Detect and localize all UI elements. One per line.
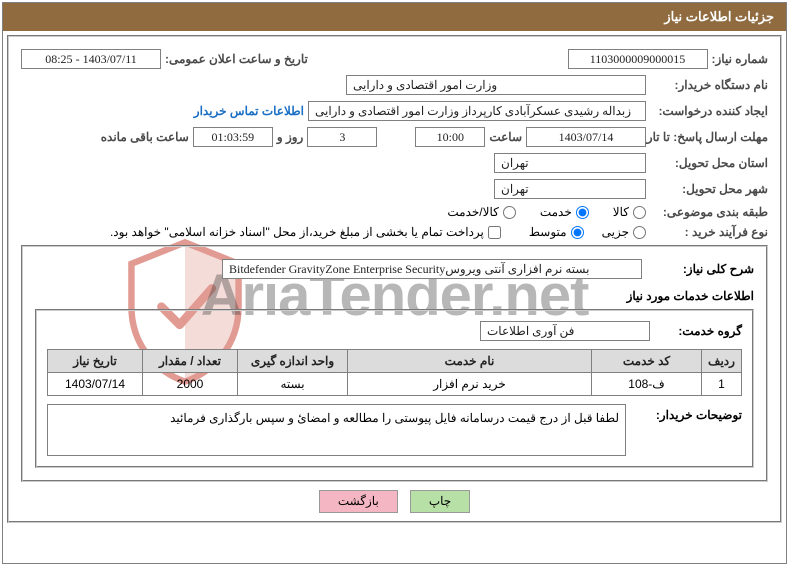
deadline-remaining-label: ساعت باقی مانده [101,130,189,144]
treasury-checkbox[interactable]: پرداخت تمام یا بخشی از مبلغ خرید،از محل … [110,225,501,239]
th-row: ردیف [702,350,742,373]
city-value: تهران [494,179,646,199]
print-button[interactable]: چاپ [410,490,470,513]
back-button[interactable]: بازگشت [319,490,398,513]
radio-khedmat-label: خدمت [540,205,572,219]
province-label: استان محل تحویل: [650,156,768,170]
city-label: شهر محل تحویل: [650,182,768,196]
radio-kala[interactable]: کالا [613,205,646,219]
radio-motavaset-label: متوسط [529,225,567,239]
td-unit: بسته [238,373,348,396]
service-group-value: فن آوری اطلاعات [480,321,650,341]
announce-date-label: تاریخ و ساعت اعلان عمومی: [165,52,308,66]
deadline-time: 10:00 [415,127,485,147]
buyer-contact-link[interactable]: اطلاعات تماس خریدار [194,104,304,118]
th-qty: تعداد / مقدار [143,350,238,373]
table-header-row: ردیف کد خدمت نام خدمت واحد اندازه گیری ت… [48,350,742,373]
requester-label: ایجاد کننده درخواست: [650,104,768,118]
subject-cat-label: طبقه بندی موضوعی: [650,205,768,219]
td-name: خرید نرم افزار [348,373,592,396]
services-header: اطلاعات خدمات مورد نیاز [627,289,754,303]
radio-jozee-label: جزیی [602,225,629,239]
buyer-org-value: وزارت امور اقتصادی و دارایی [346,75,646,95]
general-desc-value: بسته نرم افزاری آنتی ویروسBitdefender Gr… [222,259,642,279]
deadline-label: مهلت ارسال پاسخ: تا تاریخ: [650,130,768,144]
treasury-note: پرداخت تمام یا بخشی از مبلغ خرید،از محل … [110,225,484,239]
need-number-value: 1103000009000015 [568,49,708,69]
service-group-label: گروه خدمت: [654,324,742,338]
radio-kala-khedmat[interactable]: کالا/خدمت [447,205,515,219]
announce-date-value: 1403/07/11 - 08:25 [21,49,161,69]
buyer-notes-value: لطفا قبل از درج قیمت درسامانه فایل پیوست… [47,404,626,456]
radio-jozee[interactable]: جزیی [602,225,646,239]
buyer-org-label: نام دستگاه خریدار: [650,78,768,92]
deadline-date: 1403/07/14 [526,127,646,147]
table-row: 1 ف-108 خرید نرم افزار بسته 2000 1403/07… [48,373,742,396]
radio-kala-khedmat-label: کالا/خدمت [447,205,498,219]
radio-khedmat[interactable]: خدمت [540,205,589,219]
th-date: تاریخ نیاز [48,350,143,373]
radio-motavaset[interactable]: متوسط [529,225,584,239]
td-date: 1403/07/14 [48,373,143,396]
page-title: جزئیات اطلاعات نیاز [3,3,786,31]
general-desc-label: شرح کلی نیاز: [646,262,754,276]
deadline-remaining: 01:03:59 [193,127,273,147]
td-code: ف-108 [592,373,702,396]
th-code: کد خدمت [592,350,702,373]
deadline-time-label: ساعت [489,130,522,144]
td-row: 1 [702,373,742,396]
deadline-days: 3 [307,127,377,147]
deadline-days-label: روز و [277,130,304,144]
buyer-notes-label: توضیحات خریدار: [634,408,742,422]
province-value: تهران [494,153,646,173]
radio-kala-label: کالا [613,205,629,219]
requester-value: زبداله رشیدی عسکرآبادی کارپرداز وزارت ام… [308,101,646,121]
td-qty: 2000 [143,373,238,396]
th-unit: واحد اندازه گیری [238,350,348,373]
need-number-label: شماره نیاز: [712,52,768,66]
purchase-type-label: نوع فرآیند خرید : [650,225,768,239]
services-table: ردیف کد خدمت نام خدمت واحد اندازه گیری ت… [47,349,742,396]
th-name: نام خدمت [348,350,592,373]
